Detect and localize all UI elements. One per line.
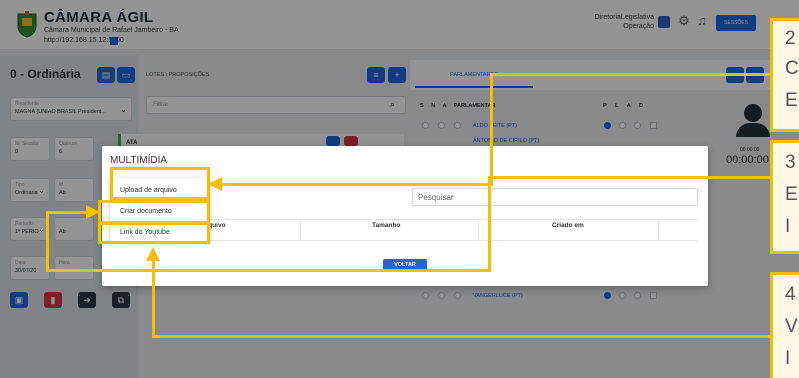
callout-4-text3: I bbox=[785, 348, 791, 369]
callout-4: 4 V I bbox=[770, 272, 799, 378]
callout-3-text1: 3 bbox=[785, 152, 796, 173]
callout-3-text3: I bbox=[785, 216, 791, 237]
callout-2-text1: 2 bbox=[785, 28, 796, 49]
callout-2-text2: C bbox=[785, 58, 799, 79]
connector-3-v bbox=[488, 176, 491, 272]
arrow-head-icon bbox=[86, 205, 100, 219]
connector-2-h2 bbox=[220, 183, 493, 186]
highlight-upload bbox=[110, 167, 210, 200]
col-divider bbox=[300, 219, 301, 241]
highlight-youtube bbox=[98, 222, 210, 244]
col-divider bbox=[478, 219, 479, 241]
connector-4-h bbox=[152, 335, 771, 338]
highlight-criar bbox=[98, 200, 210, 224]
search-input[interactable]: Pesquisar bbox=[412, 188, 698, 206]
connector-3-h3 bbox=[46, 211, 88, 214]
connector-2-h bbox=[490, 73, 771, 76]
connector-4-v bbox=[152, 258, 155, 338]
arrow-head-icon bbox=[146, 247, 160, 261]
callout-2-text3: E bbox=[785, 90, 798, 111]
modal-title: MULTIMÍDIA bbox=[110, 155, 168, 166]
connector-3-h2 bbox=[46, 269, 491, 272]
col-tamanho[interactable]: Tamanho bbox=[372, 222, 400, 229]
connector-2-v bbox=[490, 73, 493, 186]
col-criado-em[interactable]: Criado em bbox=[552, 222, 584, 229]
connector-3-h bbox=[488, 176, 771, 179]
callout-3: 3 E I bbox=[770, 140, 799, 254]
arrow-head-icon bbox=[208, 177, 222, 191]
connector-3-v2 bbox=[46, 211, 49, 272]
callout-4-text2: V bbox=[785, 316, 798, 337]
callout-3-text2: E bbox=[785, 184, 798, 205]
callout-4-text1: 4 bbox=[785, 284, 796, 305]
col-divider bbox=[658, 219, 659, 241]
callout-2: 2 C E bbox=[770, 18, 799, 132]
